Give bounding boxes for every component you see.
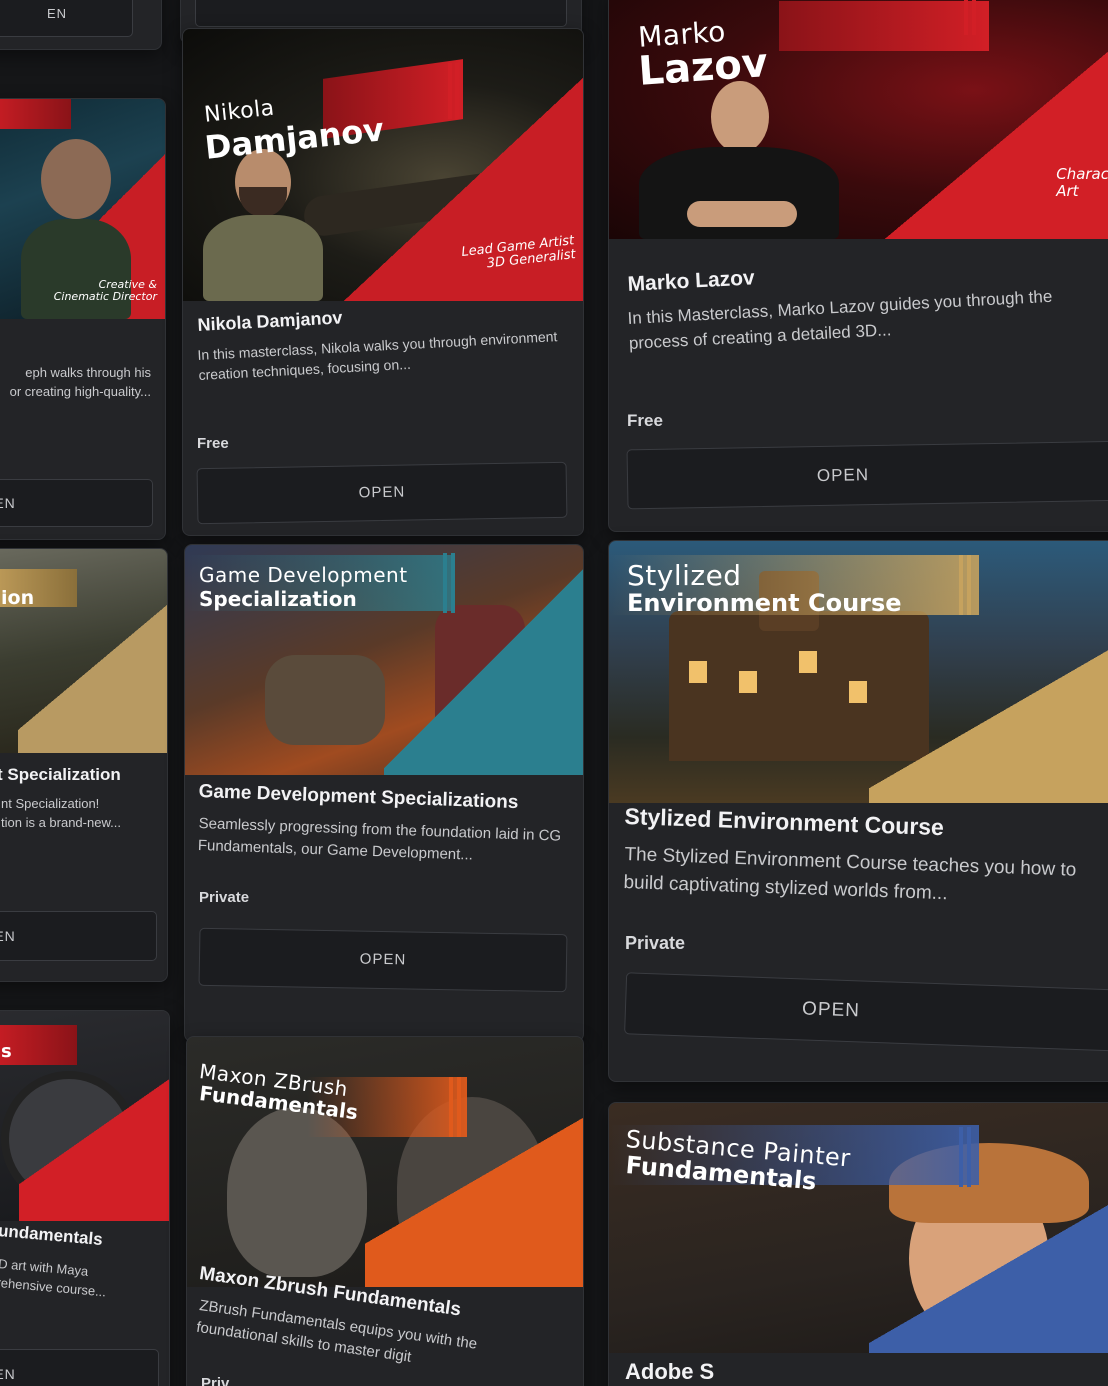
course-card-stylized-environment[interactable]: Stylized Environment Course Stylized Env… (608, 540, 1108, 1082)
course-price: Free (627, 411, 663, 430)
course-thumbnail: s (0, 1011, 169, 1221)
thumbnail-subtitle: Creative & Cinematic Director (53, 277, 157, 303)
thumbnail-title-line2: Environment Course (627, 589, 902, 617)
instructor-photo (629, 81, 849, 239)
course-description: The Stylized Environment Course teaches … (623, 843, 1077, 904)
course-thumbnail: Game Development Specialization (185, 545, 583, 775)
open-button[interactable]: OPEN (624, 972, 1108, 1052)
course-price: Free (197, 435, 229, 452)
open-button[interactable]: PEN (0, 479, 153, 527)
course-card-partial-left-2[interactable]: ion t Specialization nt Specialization! … (0, 548, 168, 982)
course-card-substance-painter-fundamentals[interactable]: Substance Painter Fundamentals Adobe S (608, 1102, 1108, 1386)
course-description: eph walks through his or creating high-q… (9, 365, 151, 399)
thumbnail-title-line2: Specialization (199, 587, 357, 611)
course-card-stub-top-left: EN (0, 0, 162, 50)
course-card-marko-lazov[interactable]: Marko Lazov Charac Art Marko Lazov In th… (608, 0, 1108, 532)
instructor-photo (203, 149, 323, 301)
course-thumbnail: Substance Painter Fundamentals (609, 1103, 1108, 1353)
course-thumbnail: Nikola Damjanov Lead Game Artist 3D Gene… (183, 29, 583, 301)
open-button[interactable]: OPEN (626, 440, 1108, 510)
thumbnail-title-line2: ion (1, 587, 35, 609)
course-card-partial-left-1[interactable]: Creative & Cinematic Director eph walks … (0, 98, 166, 540)
course-thumbnail: Creative & Cinematic Director (0, 99, 165, 319)
course-title: Stylized Environment Course (624, 803, 945, 841)
open-button[interactable]: OPEN (196, 461, 568, 525)
course-card-nikola-damjanov[interactable]: Nikola Damjanov Lead Game Artist 3D Gene… (182, 28, 584, 536)
course-description: D art with Maya rehensive course... (0, 1255, 107, 1300)
open-button[interactable]: PEN (0, 1349, 159, 1386)
course-title: Marko Lazov (627, 266, 756, 296)
thumbnail-subtitle: Charac Art (1056, 165, 1108, 200)
thumbnail-title-line1: Stylized (627, 559, 742, 592)
course-title: undamentals (0, 1221, 104, 1250)
thumbnail-title-line2: Lazov (637, 39, 770, 95)
course-description: In this masterclass, Nikola walks you th… (197, 328, 558, 384)
course-title: Adobe S (625, 1359, 715, 1384)
course-description: nt Specialization! tion is a brand-new..… (1, 796, 121, 830)
thumbnail-title-line1: Game Development (199, 563, 408, 587)
open-button[interactable]: PEN (0, 911, 157, 961)
course-card-partial-left-3[interactable]: s undamentals D art with Maya rehensive … (0, 1010, 170, 1386)
open-button-stub[interactable] (195, 0, 567, 27)
open-button[interactable]: EN (0, 0, 133, 37)
course-thumbnail: Maxon ZBrush Fundamentals (187, 1037, 583, 1287)
course-description: In this Masterclass, Marko Lazov guides … (627, 286, 1053, 353)
course-card-maxon-zbrush-fundamentals[interactable]: Maxon ZBrush Fundamentals Maxon Zbrush F… (186, 1036, 584, 1386)
course-title: Game Development Specializations (198, 781, 519, 814)
course-price: Priv (201, 1375, 230, 1386)
course-title: t Specialization (0, 765, 121, 784)
open-button[interactable]: OPEN (198, 927, 568, 993)
course-card-game-development-specializations[interactable]: Game Development Specialization Game Dev… (184, 544, 584, 1042)
course-price: Private (199, 889, 250, 906)
course-grid: EN Creative & Cinematic Director eph wal… (0, 0, 1108, 1386)
course-thumbnail: Marko Lazov Charac Art (609, 0, 1108, 239)
course-thumbnail: Stylized Environment Course (609, 541, 1108, 803)
course-price: Private (625, 933, 686, 953)
course-title: Nikola Damjanov (197, 307, 343, 335)
thumbnail-title-line2: s (1, 1041, 12, 1062)
course-description: Seamlessly progressing from the foundati… (197, 814, 562, 864)
course-thumbnail: ion (0, 549, 167, 753)
